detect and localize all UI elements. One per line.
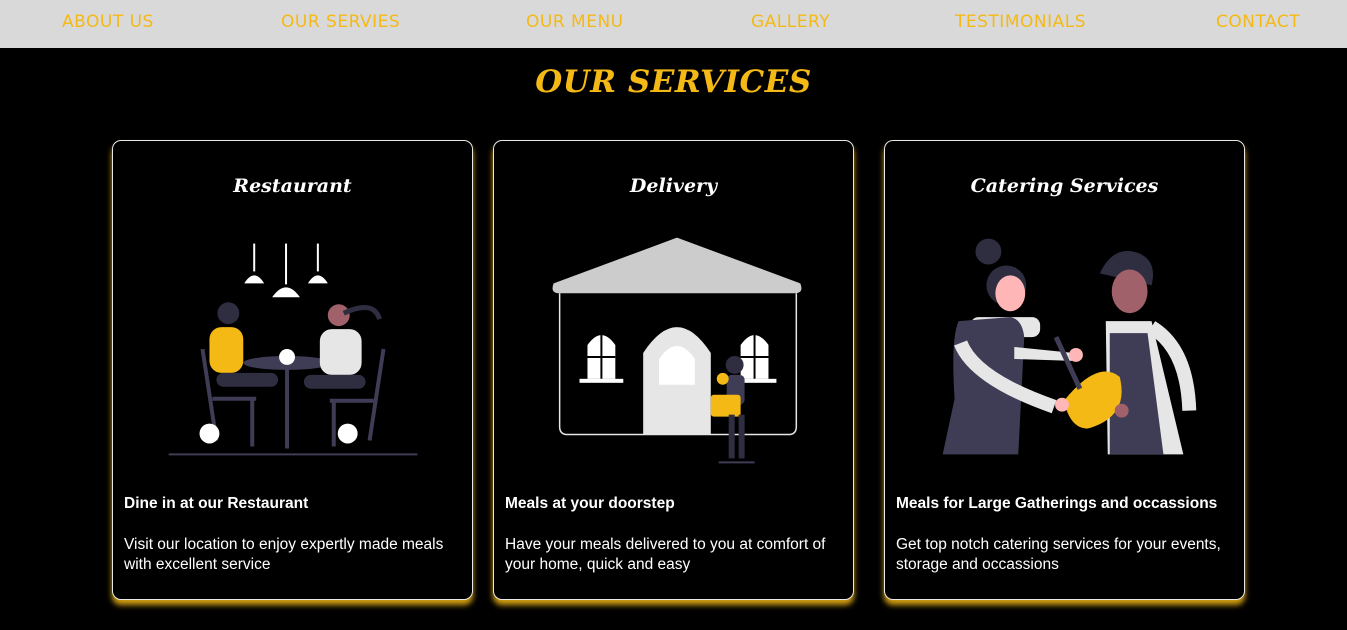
- card-description: Visit our location to enjoy expertly mad…: [124, 536, 444, 573]
- card-description: Get top notch catering services for your…: [896, 536, 1221, 573]
- nav-link-our-menu[interactable]: OUR MENU: [526, 12, 624, 32]
- nav-link-our-services[interactable]: OUR SERVIES: [281, 12, 400, 32]
- card-subtitle: Meals at your doorstep: [505, 495, 675, 512]
- card-subtitle: Meals for Large Gatherings and occassion…: [896, 495, 1218, 512]
- delivery-illustration: [552, 237, 802, 464]
- nav-link-testimonials[interactable]: TESTIMONIALS: [955, 12, 1086, 32]
- card-title: Restaurant: [233, 175, 352, 197]
- nav-link-about-us[interactable]: ABOUT US: [62, 12, 154, 32]
- card-description: Have your meals delivered to you at comf…: [505, 536, 826, 573]
- restaurant-illustration: [168, 243, 418, 456]
- nav-link-contact[interactable]: CONTACT: [1216, 12, 1300, 32]
- service-card-delivery: Delivery Meals at your doorstep Have you…: [493, 140, 854, 600]
- section-title: OUR SERVICES: [535, 64, 812, 100]
- card-title: Delivery: [629, 175, 718, 197]
- service-card-catering: Catering Services Meals for Large Gather…: [884, 140, 1245, 600]
- card-subtitle: Dine in at our Restaurant: [124, 495, 309, 512]
- catering-illustration: [942, 238, 1197, 455]
- service-card-restaurant: Restaurant Dine in at our Restaurant Vis: [112, 140, 473, 600]
- navbar: ABOUT US OUR SERVIES OUR MENU GALLERY TE…: [0, 0, 1347, 48]
- nav-link-gallery[interactable]: GALLERY: [751, 12, 830, 32]
- card-title: Catering Services: [970, 175, 1159, 197]
